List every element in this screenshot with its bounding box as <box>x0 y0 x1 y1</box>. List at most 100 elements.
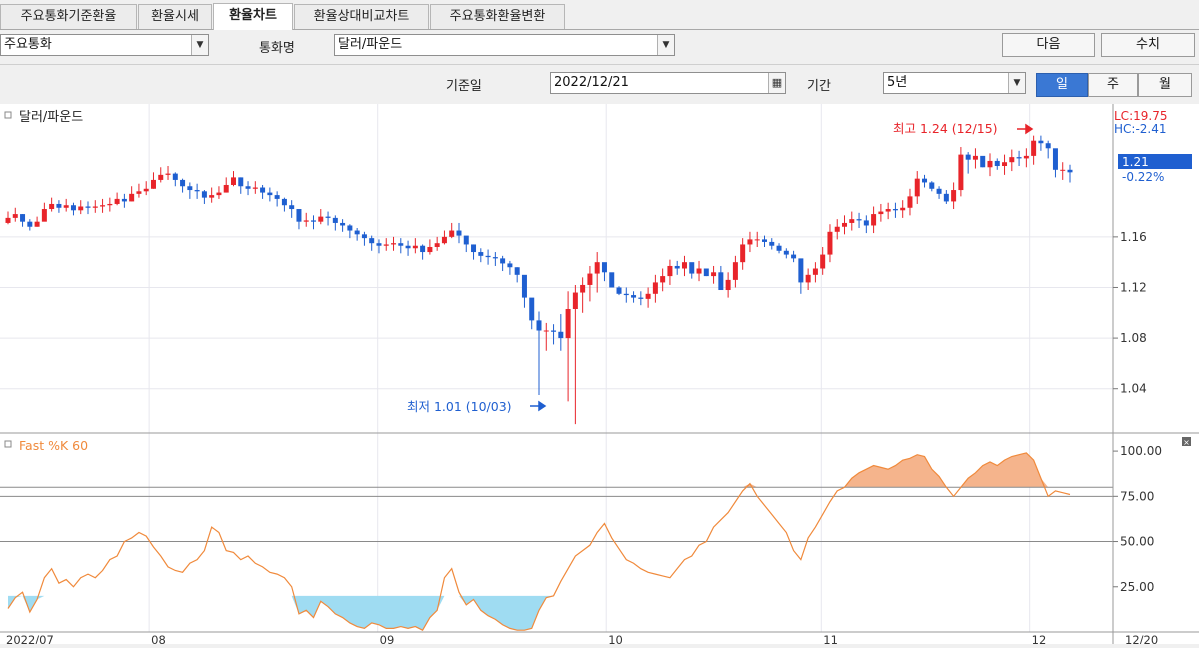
candle-body <box>747 239 753 245</box>
candle-body <box>761 239 767 242</box>
tab-exchange-quotes[interactable]: 환율시세 <box>138 4 212 29</box>
currency-group-select[interactable]: 주요통화 ▼ <box>0 34 209 56</box>
interval-weekly-button[interactable]: 주 <box>1088 73 1138 97</box>
input-value-button[interactable]: 수치 <box>1101 33 1195 57</box>
candle-body <box>354 230 360 235</box>
candle-body <box>1045 143 1051 149</box>
candle-body <box>332 217 338 223</box>
candle-body <box>223 184 229 193</box>
candle-body <box>718 272 724 291</box>
candle-body <box>92 206 98 208</box>
candle-body <box>652 282 658 294</box>
candle-body <box>27 221 33 227</box>
candle-body <box>1038 140 1044 144</box>
candle-body <box>136 191 142 194</box>
candle-body <box>936 188 942 194</box>
candle-body <box>441 236 447 244</box>
interval-daily-button[interactable]: 일 <box>1036 73 1088 97</box>
next-button[interactable]: 다음 <box>1002 33 1095 57</box>
tab-bar: 주요통화기준환율 환율시세 환율차트 환율상대비교차트 주요통화환율변환 <box>0 0 1199 30</box>
candle-body <box>383 244 389 246</box>
candle-body <box>63 205 69 208</box>
candle-body <box>281 198 287 206</box>
base-date-input[interactable]: 2022/12/21 ▦ <box>550 72 786 94</box>
candle-body <box>201 191 207 198</box>
candle-body <box>405 245 411 249</box>
close-icon-glyph: × <box>1183 438 1190 447</box>
base-date-label: 기준일 <box>446 79 482 94</box>
candle-body <box>100 205 106 207</box>
candle-body <box>631 295 637 298</box>
candle-body <box>791 254 797 259</box>
filter-toolbar: 기준일 2022/12/21 ▦ 기간 5년 ▼ 일 주 월 <box>0 64 1199 102</box>
candle-body <box>260 187 266 193</box>
candle-body <box>892 209 898 211</box>
candle-body <box>805 274 811 283</box>
chevron-down-icon[interactable]: ▼ <box>191 35 208 55</box>
currency-name-select[interactable]: 달러/파운드 ▼ <box>334 34 675 56</box>
candle-body <box>987 160 993 168</box>
candle-body <box>711 272 717 277</box>
candle-body <box>696 268 702 274</box>
candle-body <box>623 293 629 296</box>
candle-body <box>78 206 84 211</box>
candle-body <box>376 243 382 246</box>
candle-body <box>165 173 171 175</box>
chevron-down-icon[interactable]: ▼ <box>1008 73 1025 93</box>
tab-currency-converter[interactable]: 주요통화환율변환 <box>430 4 565 29</box>
candle-body <box>1031 140 1037 156</box>
candle-body <box>842 222 848 227</box>
candle-body <box>172 173 178 180</box>
hc-label: HC:-2.41 <box>1114 122 1167 136</box>
panel-toggle-icon[interactable] <box>4 111 12 119</box>
tab-relative-comparison-chart[interactable]: 환율상대비교차트 <box>294 4 429 29</box>
chevron-down-icon[interactable]: ▼ <box>657 35 674 55</box>
currency-name-value: 달러/파운드 <box>338 37 403 52</box>
calendar-icon[interactable]: ▦ <box>768 73 785 93</box>
candle-body <box>681 262 687 269</box>
interval-monthly-button[interactable]: 월 <box>1138 73 1192 97</box>
candle-body <box>303 220 309 222</box>
candle-body <box>703 268 709 277</box>
candle-body <box>798 258 804 283</box>
candle-body <box>740 244 746 263</box>
candle-body <box>20 214 26 222</box>
candle-body <box>660 276 666 283</box>
candle-body <box>674 265 680 269</box>
candle-body <box>754 239 760 241</box>
y-tick-label: 50.00 <box>1120 535 1154 549</box>
period-value: 5년 <box>887 75 908 90</box>
selector-toolbar: 주요통화 ▼ 통화명 달러/파운드 ▼ 다음 수치 <box>0 30 1199 62</box>
panel-toggle-icon[interactable] <box>4 440 12 448</box>
candle-body <box>1016 157 1022 159</box>
exchange-rate-chart[interactable]: 달러/파운드 Fast %K 60 × LC:19.75 HC:-2.41 1.… <box>0 104 1199 647</box>
tab-exchange-chart[interactable]: 환율차트 <box>213 3 293 30</box>
x-tick-label: 09 <box>380 633 395 644</box>
candle-body <box>143 188 149 192</box>
candle-body <box>827 231 833 255</box>
candle-body <box>929 182 935 189</box>
candle-body <box>471 244 477 253</box>
candle-body <box>492 257 498 259</box>
candle-body <box>820 254 826 269</box>
currency-group-value: 주요통화 <box>4 37 52 52</box>
period-select[interactable]: 5년 ▼ <box>883 72 1026 94</box>
candle-body <box>49 203 55 210</box>
candle-body <box>507 263 513 268</box>
candle-body <box>245 186 251 189</box>
candle-body <box>267 192 273 196</box>
y-tick-label: 75.00 <box>1120 489 1154 503</box>
candle-body <box>1002 162 1008 167</box>
y-tick-label: 1.08 <box>1120 331 1147 345</box>
x-tick-label: 11 <box>823 633 838 644</box>
candle-body <box>601 262 607 273</box>
candle-body <box>361 234 367 239</box>
candle-body <box>150 179 156 189</box>
candle-body <box>922 178 928 183</box>
candle-body <box>391 243 397 245</box>
tab-major-currency-rates[interactable]: 주요통화기준환율 <box>0 4 137 29</box>
candle-body <box>565 308 571 339</box>
candle-body <box>871 214 877 226</box>
lc-label: LC:19.75 <box>1114 109 1167 123</box>
candle-body <box>34 221 40 227</box>
